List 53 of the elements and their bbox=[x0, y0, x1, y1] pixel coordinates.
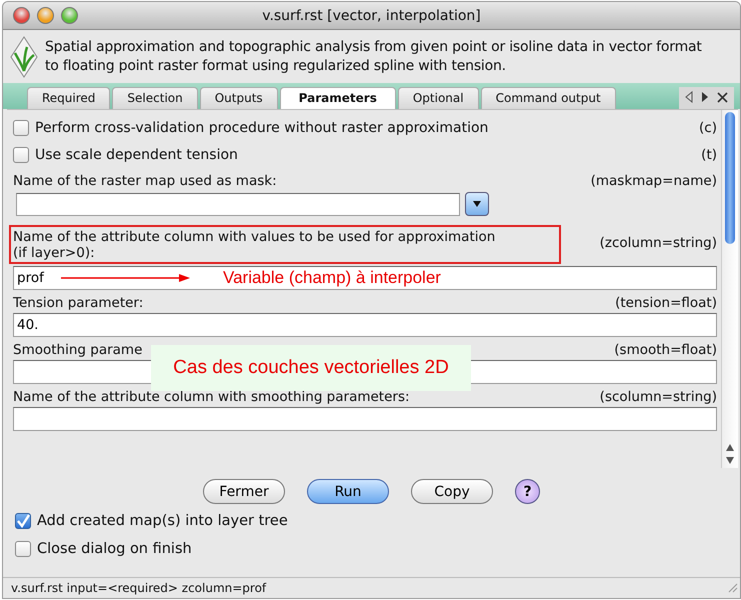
triangle-right-icon bbox=[701, 91, 709, 103]
triangle-left-icon bbox=[685, 91, 693, 103]
button[interactable]: Run bbox=[307, 479, 389, 504]
flag-label: (t) bbox=[701, 146, 717, 162]
field-label: Smoothing parame bbox=[13, 342, 142, 358]
flag-label: (tension=float) bbox=[615, 295, 717, 311]
zoom-button[interactable] bbox=[61, 7, 78, 24]
tab[interactable]: Selection bbox=[112, 87, 198, 109]
grass-logo-icon bbox=[9, 34, 39, 78]
button[interactable]: Copy bbox=[411, 479, 493, 504]
scroll-down-icon bbox=[726, 457, 734, 464]
checkbox[interactable] bbox=[13, 120, 29, 136]
scrollbar[interactable] bbox=[721, 110, 738, 468]
annotation-text: Variable (champ) à interpoler bbox=[223, 268, 441, 288]
flag-label: (zcolumn=string) bbox=[600, 234, 717, 250]
checkbox-label: Add created map(s) into layer tree bbox=[37, 513, 288, 529]
checkbox-label: Close dialog on finish bbox=[37, 541, 192, 557]
tab[interactable]: Command output bbox=[480, 87, 616, 109]
flag-label: (maskmap=name) bbox=[590, 173, 717, 189]
close-icon bbox=[717, 92, 728, 102]
checkbox[interactable] bbox=[15, 513, 31, 529]
checkbox-label: Perform cross-validation procedure without raster approximation bbox=[35, 120, 488, 136]
callout-tooltip: Cas des couches vectorielles 2D bbox=[151, 345, 471, 391]
flag-label: (c) bbox=[699, 120, 717, 136]
tab[interactable]: Parameters bbox=[280, 87, 396, 109]
resize-grip-icon bbox=[728, 583, 738, 593]
field-label: Name of the attribute column with values to be used for approximation (if layer>0): bbox=[13, 229, 496, 261]
minimize-button[interactable] bbox=[37, 7, 54, 24]
field-label: Tension parameter: bbox=[13, 295, 144, 311]
caret-icon bbox=[473, 201, 481, 207]
field-label: Name of the raster map used as mask: bbox=[13, 173, 277, 189]
checkbox-label: Use scale dependent tension bbox=[35, 146, 238, 162]
window-title: v.surf.rst [vector, interpolation] bbox=[262, 8, 481, 24]
flag-label: (smooth=float) bbox=[614, 342, 717, 358]
help-button[interactable]: ? bbox=[515, 479, 540, 504]
dropdown-button[interactable] bbox=[465, 192, 489, 216]
input-field[interactable]: 40. bbox=[13, 313, 717, 337]
scroll-up-icon bbox=[726, 444, 734, 451]
scroll-thumb[interactable] bbox=[725, 112, 735, 244]
tab[interactable]: Outputs bbox=[200, 87, 278, 109]
checkmark-icon bbox=[16, 514, 30, 528]
field-label: Name of the attribute column with smoothing parameters: bbox=[13, 389, 410, 405]
tab[interactable]: Required bbox=[27, 87, 110, 109]
input-field[interactable] bbox=[13, 407, 717, 431]
description-text: Spatial approximation and topographic analysis from given point or isoline data in vector format to floating point raster format using regularized spline with tension. bbox=[45, 38, 703, 76]
checkbox[interactable] bbox=[15, 541, 31, 557]
status-text: v.surf.rst input=<required> zcolumn=prof bbox=[11, 581, 266, 595]
close-button[interactable] bbox=[13, 7, 30, 24]
button[interactable]: Fermer bbox=[203, 479, 285, 504]
tab[interactable]: Optional bbox=[398, 87, 479, 109]
flag-label: (scolumn=string) bbox=[600, 389, 717, 405]
input-field[interactable] bbox=[16, 192, 460, 216]
checkbox[interactable] bbox=[13, 146, 29, 162]
